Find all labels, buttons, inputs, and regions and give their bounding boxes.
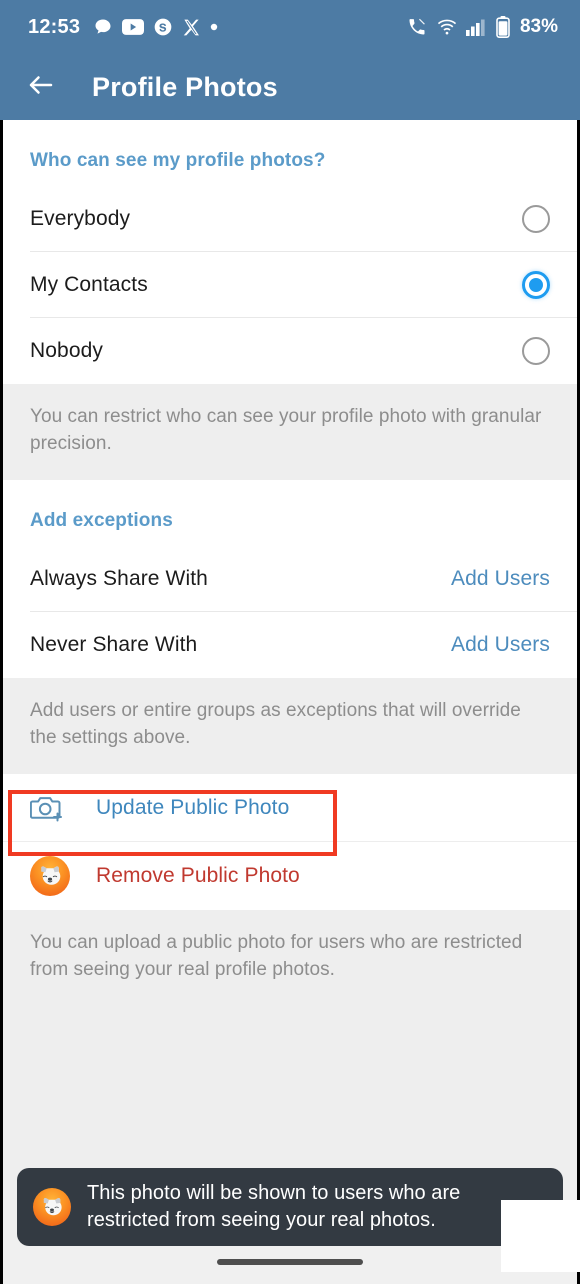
radio-button-nobody[interactable] [522,337,550,365]
dot-icon [210,23,218,31]
status-bar-right: 83% [406,16,558,38]
radio-option-label: Everybody [30,207,131,230]
settings-content: Who can see my profile photos? Everybody… [3,120,577,1284]
radio-option-label: Nobody [30,339,103,362]
exceptions-note: Add users or entire groups as exceptions… [3,677,577,774]
toast-avatar-icon [33,1188,71,1226]
status-bar-clock: 12:53 [28,15,81,38]
add-users-button-always[interactable]: Add Users [451,567,550,591]
camera-add-icon [30,793,76,823]
avatar-circle [30,855,70,896]
system-navigation-bar [3,1240,577,1284]
toast-notification[interactable]: This photo will be shown to users who ar… [17,1168,563,1246]
dog-face-icon [41,866,61,885]
remove-public-photo-row[interactable]: Remove Public Photo [3,841,577,910]
toast-message: This photo will be shown to users who ar… [87,1182,461,1231]
radio-option-nobody[interactable]: Nobody [3,318,577,384]
radio-button-my-contacts[interactable] [522,271,550,299]
radio-option-everybody[interactable]: Everybody [3,186,577,252]
x-twitter-icon [182,18,201,37]
youtube-icon [122,19,145,35]
exception-row-never-share[interactable]: Never Share With Add Users [3,611,577,678]
public-photo-note: You can upload a public photo for users … [3,909,577,1006]
visibility-note: You can restrict who can see your profil… [3,384,577,480]
exception-row-always-share[interactable]: Always Share With Add Users [3,545,577,612]
app-toolbar: Profile Photos [0,54,580,120]
battery-icon [496,16,510,38]
skype-icon [153,17,173,37]
exceptions-card: Add exceptions Always Share With Add Use… [3,479,577,678]
cellular-signal-icon [465,18,488,36]
add-users-button-never[interactable]: Add Users [451,633,550,657]
status-bar-left: 12:53 [28,16,218,39]
radio-option-my-contacts[interactable]: My Contacts [3,252,577,318]
wifi-icon [436,18,458,36]
occluding-rectangle [501,1200,580,1272]
public-photo-avatar [30,855,76,896]
exception-row-label: Always Share With [30,566,208,590]
dog-face-icon [43,1198,62,1216]
battery-percentage: 83% [519,16,558,37]
visibility-card: Who can see my profile photos? Everybody… [3,120,577,384]
public-photo-card: Update Public Photo Remove Public Photo [3,773,577,910]
radio-option-label: My Contacts [30,273,148,296]
chat-bubble-icon [93,17,113,37]
update-public-photo-label: Update Public Photo [96,795,290,819]
home-gesture-pill[interactable] [217,1259,363,1265]
remove-public-photo-label: Remove Public Photo [96,863,300,887]
radio-button-everybody[interactable] [522,205,550,233]
back-arrow-icon [26,70,56,105]
page-title: Profile Photos [92,71,278,102]
status-bar: 12:53 83% [0,0,580,54]
update-public-photo-row[interactable]: Update Public Photo [3,773,577,842]
phone-signal-icon [406,17,428,37]
exception-row-label: Never Share With [30,632,198,656]
exceptions-section-title: Add exceptions [30,509,173,531]
back-button[interactable] [14,60,68,114]
phone-screen: 12:53 83% Profile Photos Who can see my … [0,0,580,1284]
visibility-section-title: Who can see my profile photos? [30,150,326,171]
